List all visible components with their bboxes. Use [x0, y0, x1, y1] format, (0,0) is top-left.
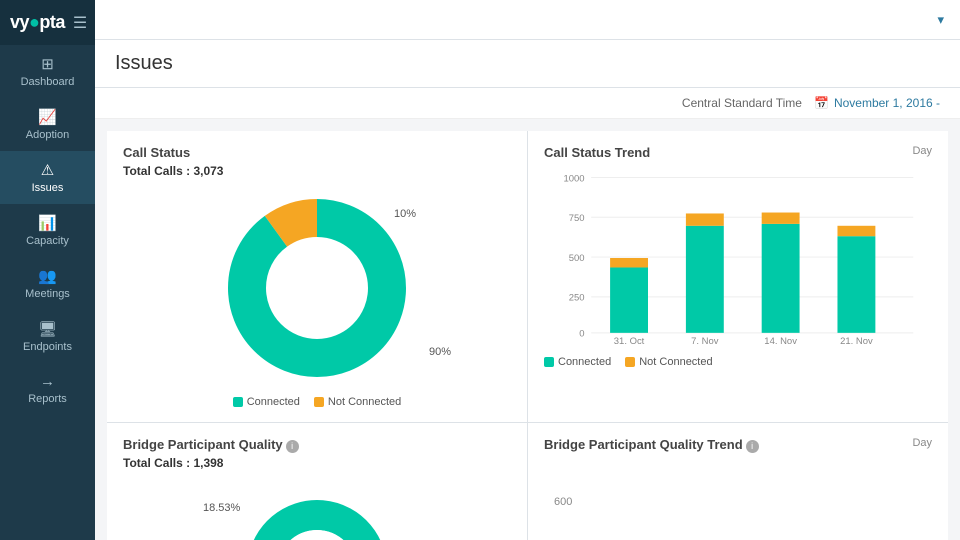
bridge-title-row: Bridge Participant Quality i: [123, 437, 511, 456]
svg-text:750: 750: [569, 213, 585, 224]
bridge-trend-title-row: Bridge Participant Quality Trend i: [544, 437, 932, 456]
legend-connected: Connected: [233, 396, 300, 408]
sidebar-item-issues[interactable]: ⚠ Issues: [0, 151, 95, 204]
dropdown-icon: ▾: [937, 12, 944, 28]
bar-not-connected-2: [686, 213, 724, 225]
bridge-trend-y-label: 600: [554, 496, 572, 508]
svg-text:0: 0: [579, 329, 584, 340]
sidebar: vy●pta ☰ ⊞ Dashboard 📈 Adoption ⚠ Issues…: [0, 0, 95, 540]
bridge-quality-trend-title: Bridge Participant Quality Trend: [544, 437, 743, 452]
trend-title: Call Status Trend: [544, 145, 932, 160]
sidebar-item-reports[interactable]: → Reports: [0, 363, 95, 415]
page-title: Issues: [115, 52, 940, 75]
donut-chart-container: 10% 90% Connected: [123, 188, 511, 408]
trend-connected-dot: [544, 357, 554, 367]
bar-not-connected-1: [610, 258, 648, 267]
bridge-quality-trend-card: Bridge Participant Quality Trend i Day 6…: [528, 423, 948, 540]
date-picker[interactable]: 📅 November 1, 2016 -: [814, 96, 940, 110]
bridge-trend-info-icon[interactable]: i: [746, 440, 759, 453]
day-label: Day: [912, 145, 932, 157]
meetings-icon: 👥: [38, 267, 57, 285]
donut-legend: Connected Not Connected: [233, 396, 402, 408]
bar-connected-3: [762, 224, 800, 333]
connected-label: Connected: [247, 396, 300, 408]
calendar-icon: 📅: [814, 96, 829, 110]
trend-not-connected-label: Not Connected: [639, 356, 712, 368]
bridge-quality-title: Bridge Participant Quality: [123, 437, 283, 452]
call-status-title: Call Status: [123, 145, 511, 160]
call-status-total: Total Calls : 3,073: [123, 164, 511, 178]
issues-icon: ⚠: [41, 161, 54, 179]
bridge-quality-card: Bridge Participant Quality i Total Calls…: [107, 423, 527, 540]
bridge-quality-info-icon[interactable]: i: [286, 440, 299, 453]
sidebar-item-endpoints[interactable]: 🖥 Endpoints: [0, 310, 95, 363]
bridge-quality-total: Total Calls : 1,398: [123, 456, 511, 470]
sidebar-item-label: Issues: [32, 182, 64, 194]
sidebar-item-label: Dashboard: [21, 76, 75, 88]
timezone-label: Central Standard Time: [682, 96, 802, 110]
logo: vy●pta ☰: [0, 0, 95, 45]
sidebar-item-label: Endpoints: [23, 341, 72, 353]
sidebar-item-label: Reports: [28, 393, 67, 405]
trend-not-connected-dot: [625, 357, 635, 367]
logo-text: vy●pta: [10, 12, 65, 33]
sidebar-item-dashboard[interactable]: ⊞ Dashboard: [0, 45, 95, 98]
call-status-card: Call Status Total Calls : 3,073 10% 90%: [107, 131, 527, 422]
endpoints-icon: 🖥: [38, 320, 57, 338]
svg-text:500: 500: [569, 253, 585, 264]
app-title[interactable]: ▾: [933, 12, 944, 28]
sidebar-item-label: Meetings: [25, 288, 70, 300]
svg-text:250: 250: [569, 293, 585, 304]
adoption-icon: 📈: [38, 108, 57, 126]
sidebar-item-label: Adoption: [26, 129, 69, 141]
date-value: November 1, 2016 -: [834, 96, 940, 110]
trend-legend-not-connected: Not Connected: [625, 356, 712, 368]
topbar: ▾: [95, 0, 960, 40]
reports-icon: →: [40, 373, 55, 390]
page-header: Issues: [95, 40, 960, 88]
svg-text:1000: 1000: [563, 173, 584, 184]
bar-chart-area: 1000 750 500 250 0: [544, 168, 932, 348]
svg-text:31. Oct: 31. Oct: [614, 336, 645, 347]
not-connected-label: Not Connected: [328, 396, 401, 408]
trend-legend-connected: Connected: [544, 356, 611, 368]
dashboard-icon: ⊞: [41, 55, 54, 73]
bar-chart-svg: 1000 750 500 250 0: [544, 168, 932, 348]
sidebar-item-meetings[interactable]: 👥 Meetings: [0, 257, 95, 310]
sidebar-item-capacity[interactable]: 📊 Capacity: [0, 204, 95, 257]
bridge-pct-label: 18.53%: [203, 502, 240, 514]
sidebar-item-label: Capacity: [26, 235, 69, 247]
sidebar-item-adoption[interactable]: 📈 Adoption: [0, 98, 95, 151]
content-area: Issues Central Standard Time 📅 November …: [95, 40, 960, 540]
bridge-donut-svg: [237, 490, 397, 540]
call-status-trend-card: Call Status Trend Day 1000 750 500 250 0: [528, 131, 948, 422]
bar-connected-1: [610, 267, 648, 332]
connected-dot: [233, 397, 243, 407]
hamburger-icon[interactable]: ☰: [73, 13, 87, 33]
bar-connected-2: [686, 226, 724, 333]
svg-text:7. Nov: 7. Nov: [691, 336, 719, 347]
trend-connected-label: Connected: [558, 356, 611, 368]
legend-not-connected: Not Connected: [314, 396, 401, 408]
not-connected-dot: [314, 397, 324, 407]
date-bar: Central Standard Time 📅 November 1, 2016…: [95, 88, 960, 119]
donut-label-10: 10%: [394, 208, 416, 220]
bar-not-connected-4: [837, 226, 875, 236]
main-content: ▾ Issues Central Standard Time 📅 Novembe…: [95, 0, 960, 540]
bar-not-connected-3: [762, 213, 800, 224]
donut-label-90: 90%: [429, 346, 451, 358]
bar-connected-4: [837, 236, 875, 333]
capacity-icon: 📊: [38, 214, 57, 232]
charts-grid: Call Status Total Calls : 3,073 10% 90%: [107, 131, 948, 540]
bridge-trend-day-label: Day: [912, 437, 932, 449]
trend-legend: Connected Not Connected: [544, 356, 932, 368]
donut-chart-svg: [217, 188, 417, 388]
bridge-donut-preview: 18.53%: [123, 480, 511, 540]
svg-text:21. Nov: 21. Nov: [840, 336, 873, 347]
bridge-trend-y-start: 600: [544, 456, 932, 508]
svg-text:14. Nov: 14. Nov: [764, 336, 797, 347]
